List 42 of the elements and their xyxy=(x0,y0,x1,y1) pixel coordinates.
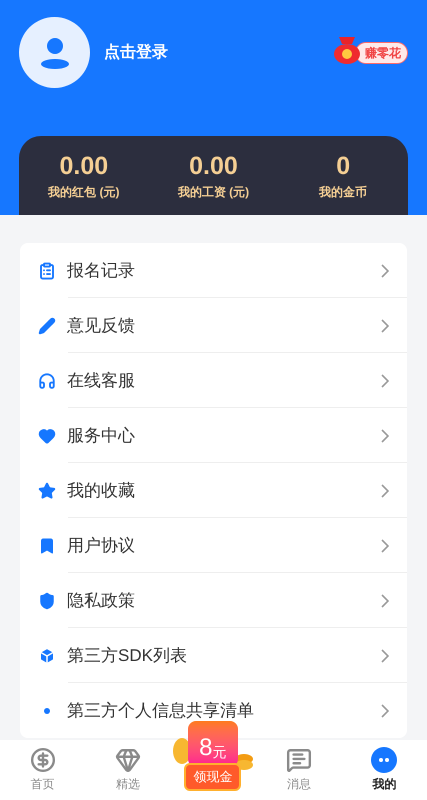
stat-label: 我的金币 xyxy=(319,184,368,200)
chevron-icon xyxy=(381,594,389,608)
diamond-icon xyxy=(115,747,142,773)
chevron-icon xyxy=(381,318,389,332)
menu-item[interactable]: 意见反馈 xyxy=(20,298,407,353)
shield-icon xyxy=(38,592,56,610)
star-icon xyxy=(38,482,56,500)
money-bag-icon xyxy=(333,34,361,64)
nav-tab[interactable]: 精选 xyxy=(85,740,171,800)
chevron-icon xyxy=(381,428,389,442)
stat-label: 我的红包 (元) xyxy=(48,184,120,200)
login-link[interactable]: 点击登录 xyxy=(104,40,168,64)
stat-value: 0 xyxy=(336,150,350,180)
promo-label: 领现金 xyxy=(184,763,242,790)
message-icon xyxy=(286,747,312,773)
stat-label: 我的工资 (元) xyxy=(178,184,250,200)
chevron-icon xyxy=(381,264,389,278)
cube-icon xyxy=(38,646,56,664)
heart-icon xyxy=(38,426,56,444)
chevron-icon xyxy=(381,374,389,388)
menu-item[interactable]: 我的收藏 xyxy=(20,463,407,518)
stat-value: 0.00 xyxy=(189,150,238,180)
face-icon xyxy=(371,747,398,773)
nav-tab[interactable]: 我的 xyxy=(342,740,427,800)
pencil-icon xyxy=(38,316,56,334)
promo-unit: 元 xyxy=(212,743,226,761)
clipboard-icon xyxy=(38,262,56,280)
menu-item[interactable]: 服务中心 xyxy=(20,408,407,463)
chevron-icon xyxy=(381,704,389,718)
promo-amount: 8 xyxy=(199,735,212,761)
chevron-icon xyxy=(381,484,389,498)
menu-item[interactable]: 报名记录 xyxy=(20,243,407,298)
chevron-icon xyxy=(381,648,389,662)
menu-item[interactable]: 在线客服 xyxy=(20,353,407,408)
person-icon xyxy=(40,36,70,68)
chevron-icon xyxy=(381,538,389,552)
bookmark-icon xyxy=(38,536,56,554)
stat-value: 0.00 xyxy=(59,150,108,180)
menu-item[interactable]: 隐私政策 xyxy=(20,573,407,628)
menu-item[interactable]: 第三方SDK列表 xyxy=(20,628,407,683)
menu-item[interactable]: 用户协议 xyxy=(20,518,407,573)
headset-icon xyxy=(38,372,56,390)
